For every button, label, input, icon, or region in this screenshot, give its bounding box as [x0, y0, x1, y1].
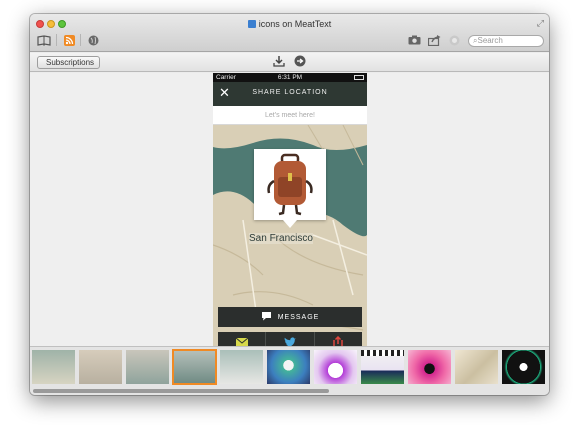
backpack-icon	[267, 153, 313, 216]
camera-icon[interactable]	[407, 33, 421, 47]
map-view[interactable]: San Francisco MESSAGE	[213, 125, 367, 346]
thumbnail-2[interactable]	[79, 350, 122, 384]
thumbnail-9[interactable]	[408, 350, 451, 384]
thumbnail-7[interactable]	[314, 350, 357, 384]
share-out-button[interactable]	[313, 332, 362, 346]
share-out-icon	[333, 336, 344, 346]
message-input[interactable]: Let's meet here!	[213, 106, 367, 125]
thumbnail-11[interactable]	[502, 350, 545, 384]
message-button[interactable]: MESSAGE	[218, 307, 362, 327]
twitter-icon	[284, 337, 296, 346]
thumbnail-10[interactable]	[455, 350, 498, 384]
mail-button[interactable]	[218, 332, 265, 346]
speech-bubble-icon	[261, 311, 272, 323]
location-pin-card	[254, 149, 326, 220]
share-icon[interactable]	[427, 33, 441, 47]
title-bar: icons on MeatText ⤢ ⌕Search	[30, 14, 549, 52]
thumbnail-5[interactable]	[220, 350, 263, 384]
thumbnail-1[interactable]	[32, 350, 75, 384]
share-bar	[218, 332, 362, 346]
content-area: Carrier 6:31 PM ✕ SHARE LOCATION Let's m…	[30, 73, 549, 346]
thumbnail-4-selected[interactable]	[172, 349, 217, 385]
message-button-label: MESSAGE	[277, 313, 320, 321]
toolbar-separator	[80, 34, 81, 46]
horizontal-scrollbar[interactable]	[33, 389, 329, 393]
thumbnail-8[interactable]	[361, 350, 404, 384]
document-icon	[247, 20, 256, 28]
subscriptions-back-button[interactable]: Subscriptions	[37, 56, 101, 69]
circle-icon[interactable]	[448, 33, 461, 47]
fullscreen-icon[interactable]: ⤢	[537, 18, 544, 29]
phone-screenshot: Carrier 6:31 PM ✕ SHARE LOCATION Let's m…	[213, 73, 367, 346]
thumbnail-3[interactable]	[126, 350, 169, 384]
rss-icon[interactable]	[63, 33, 75, 47]
pin-pointer	[283, 220, 297, 228]
toolbar-separator	[56, 34, 57, 46]
share-location-header: ✕ SHARE LOCATION	[213, 82, 367, 106]
window-title: icons on MeatText	[30, 19, 549, 29]
map-city-label: San Francisco	[249, 233, 313, 244]
download-icon[interactable]	[273, 55, 285, 70]
arrow-circle-icon[interactable]	[294, 55, 306, 70]
mail-icon	[235, 337, 248, 346]
thumbnail-6[interactable]	[267, 350, 310, 384]
navigation-bar: Subscriptions	[30, 53, 549, 72]
globe-icon[interactable]	[87, 33, 99, 47]
battery-icon	[354, 75, 364, 80]
status-time: 6:31 PM	[277, 74, 303, 81]
twitter-button[interactable]	[265, 332, 313, 346]
app-window: icons on MeatText ⤢ ⌕Search Subscription…	[30, 14, 549, 395]
header-title: SHARE LOCATION	[252, 89, 328, 96]
status-bar: Carrier 6:31 PM	[213, 73, 367, 82]
search-input[interactable]: ⌕Search	[468, 35, 544, 47]
thumbnail-strip	[30, 346, 549, 395]
book-icon[interactable]	[36, 33, 52, 47]
